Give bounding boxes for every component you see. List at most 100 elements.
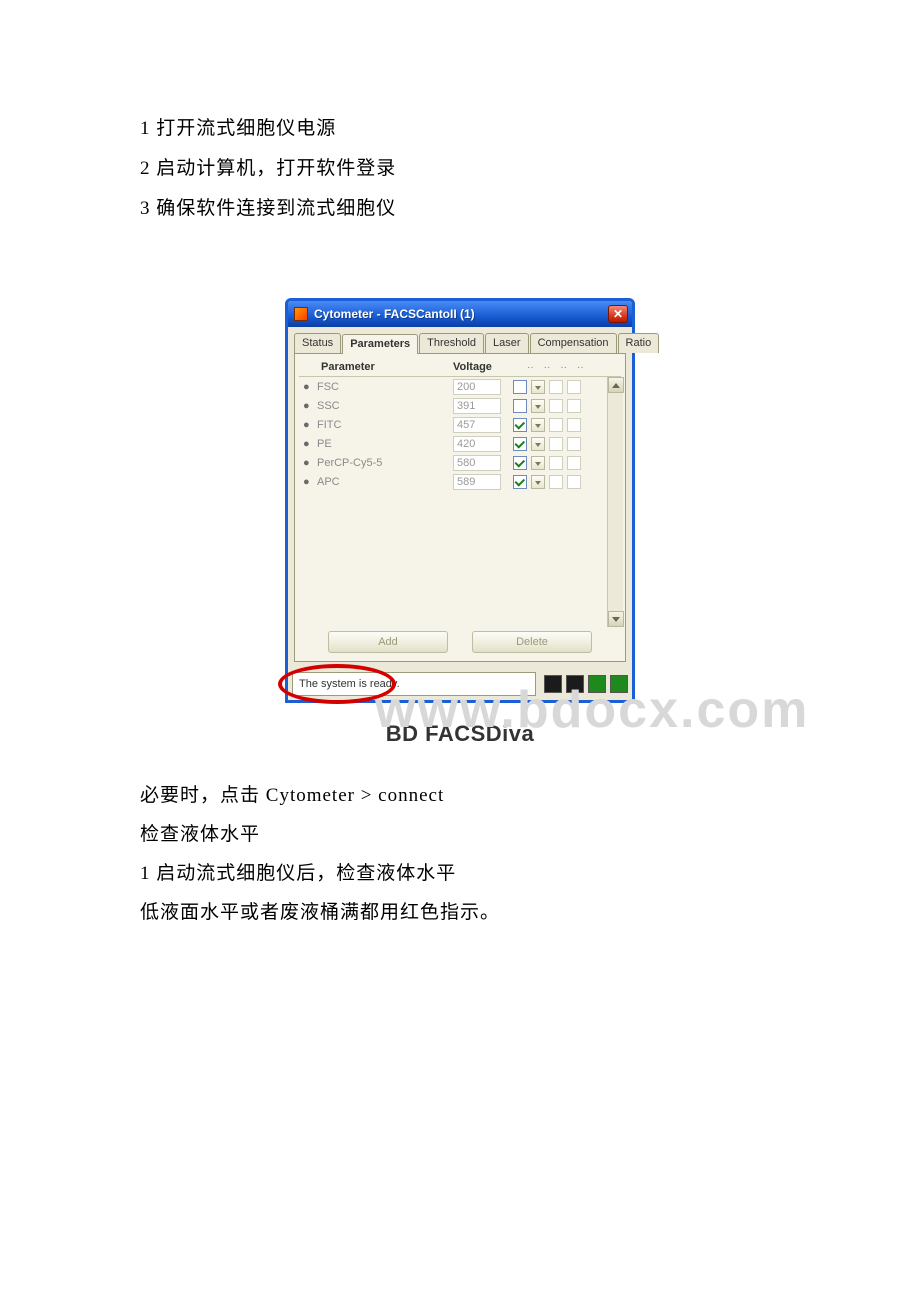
parameter-name: APC <box>317 476 453 488</box>
note-connect: 必要时，点击 Cytometer > connect <box>140 777 780 816</box>
row-cell[interactable] <box>567 456 581 470</box>
log-checkbox[interactable] <box>513 399 527 413</box>
parameter-row: ●FITC457 <box>299 415 621 434</box>
led-indicator <box>610 675 628 693</box>
led-indicator <box>566 675 584 693</box>
voltage-field[interactable]: 391 <box>453 398 501 414</box>
row-dropdown[interactable] <box>531 456 545 470</box>
row-controls <box>501 380 617 394</box>
header-dot: ·· <box>560 362 567 373</box>
software-title: BD FACSDiva <box>386 721 535 747</box>
led-indicator <box>544 675 562 693</box>
parameter-row: ●FSC200 <box>299 377 621 396</box>
row-cell[interactable] <box>567 437 581 451</box>
delete-button[interactable]: Delete <box>472 631 592 653</box>
check-fluid-note: 低液面水平或者废液桶满都用红色指示。 <box>140 894 780 933</box>
row-cell[interactable] <box>549 418 563 432</box>
chevron-up-icon <box>612 383 620 388</box>
tab-parameters[interactable]: Parameters <box>342 334 418 354</box>
scroll-up-button[interactable] <box>608 377 624 393</box>
row-bullet-icon: ● <box>303 381 317 393</box>
voltage-field[interactable]: 200 <box>453 379 501 395</box>
status-bar: The system is ready. <box>292 672 628 696</box>
parameter-row: ●SSC391 <box>299 396 621 415</box>
tab-threshold[interactable]: Threshold <box>419 333 484 353</box>
note-en: Cytometer > connect <box>266 785 445 806</box>
row-cell[interactable] <box>549 456 563 470</box>
parameter-name: PE <box>317 438 453 450</box>
log-checkbox[interactable] <box>513 380 527 394</box>
row-cell[interactable] <box>567 475 581 489</box>
row-cell[interactable] <box>567 418 581 432</box>
header-extra-cols: ·· ·· ·· ·· <box>511 362 617 373</box>
row-bullet-icon: ● <box>303 457 317 469</box>
scroll-down-button[interactable] <box>608 611 624 627</box>
row-cell[interactable] <box>549 437 563 451</box>
check-fluid-step: 1 启动流式细胞仪后，检查液体水平 <box>140 855 780 894</box>
cytometer-window-figure: Cytometer - FACSCantoII (1) ✕ StatusPara… <box>281 298 639 703</box>
header-dot: ·· <box>527 362 534 373</box>
row-dropdown[interactable] <box>531 399 545 413</box>
row-dropdown[interactable] <box>531 418 545 432</box>
log-checkbox[interactable] <box>513 418 527 432</box>
parameter-rows: ●FSC200●SSC391●FITC457●PE420●PerCP-Cy5-5… <box>299 377 621 491</box>
row-bullet-icon: ● <box>303 438 317 450</box>
rows-area: ●FSC200●SSC391●FITC457●PE420●PerCP-Cy5-5… <box>299 377 621 627</box>
parameter-row: ●APC589 <box>299 472 621 491</box>
button-row: Add Delete <box>299 627 621 655</box>
step-2: 2 启动计算机，打开软件登录 <box>140 150 780 188</box>
tab-strip: StatusParametersThresholdLaserCompensati… <box>288 327 632 353</box>
row-cell[interactable] <box>549 380 563 394</box>
tab-status[interactable]: Status <box>294 333 341 353</box>
row-controls <box>501 437 617 451</box>
window-frame: Cytometer - FACSCantoII (1) ✕ StatusPara… <box>285 298 635 703</box>
tab-laser[interactable]: Laser <box>485 333 529 353</box>
parameter-name: FITC <box>317 419 453 431</box>
row-cell[interactable] <box>549 475 563 489</box>
vertical-scrollbar[interactable] <box>607 377 623 627</box>
grid-header: Parameter Voltage ·· ·· ·· ·· <box>299 358 621 377</box>
voltage-field[interactable]: 580 <box>453 455 501 471</box>
voltage-field[interactable]: 457 <box>453 417 501 433</box>
title-bar: Cytometer - FACSCantoII (1) ✕ <box>288 301 632 327</box>
row-dropdown[interactable] <box>531 475 545 489</box>
row-cell[interactable] <box>549 399 563 413</box>
window-title: Cytometer - FACSCantoII (1) <box>314 307 608 321</box>
row-controls <box>501 418 617 432</box>
chevron-down-icon <box>612 617 620 622</box>
voltage-field[interactable]: 589 <box>453 474 501 490</box>
status-text: The system is ready. <box>292 672 536 696</box>
parameter-name: SSC <box>317 400 453 412</box>
header-dot: ·· <box>544 362 551 373</box>
check-fluid-title: 检查液体水平 <box>140 816 780 855</box>
row-controls <box>501 399 617 413</box>
status-leds <box>544 675 628 693</box>
header-dot: ·· <box>577 362 584 373</box>
row-controls <box>501 456 617 470</box>
note-prefix: 必要时，点击 <box>140 785 266 806</box>
step-1: 1 打开流式细胞仪电源 <box>140 110 780 148</box>
step-3: 3 确保软件连接到流式细胞仪 <box>140 190 780 228</box>
row-controls <box>501 475 617 489</box>
header-voltage: Voltage <box>453 361 511 373</box>
voltage-field[interactable]: 420 <box>453 436 501 452</box>
add-button[interactable]: Add <box>328 631 448 653</box>
parameter-name: FSC <box>317 381 453 393</box>
log-checkbox[interactable] <box>513 456 527 470</box>
row-dropdown[interactable] <box>531 380 545 394</box>
tab-compensation[interactable]: Compensation <box>530 333 617 353</box>
row-dropdown[interactable] <box>531 437 545 451</box>
tab-ratio[interactable]: Ratio <box>618 333 660 353</box>
led-indicator <box>588 675 606 693</box>
row-cell[interactable] <box>567 399 581 413</box>
log-checkbox[interactable] <box>513 475 527 489</box>
row-cell[interactable] <box>567 380 581 394</box>
header-parameter: Parameter <box>303 361 453 373</box>
row-bullet-icon: ● <box>303 476 317 488</box>
app-icon <box>294 307 308 321</box>
log-checkbox[interactable] <box>513 437 527 451</box>
close-button[interactable]: ✕ <box>608 305 628 323</box>
parameters-panel: Parameter Voltage ·· ·· ·· ·· ●FSC200●SS… <box>294 354 626 662</box>
row-bullet-icon: ● <box>303 419 317 431</box>
row-bullet-icon: ● <box>303 400 317 412</box>
